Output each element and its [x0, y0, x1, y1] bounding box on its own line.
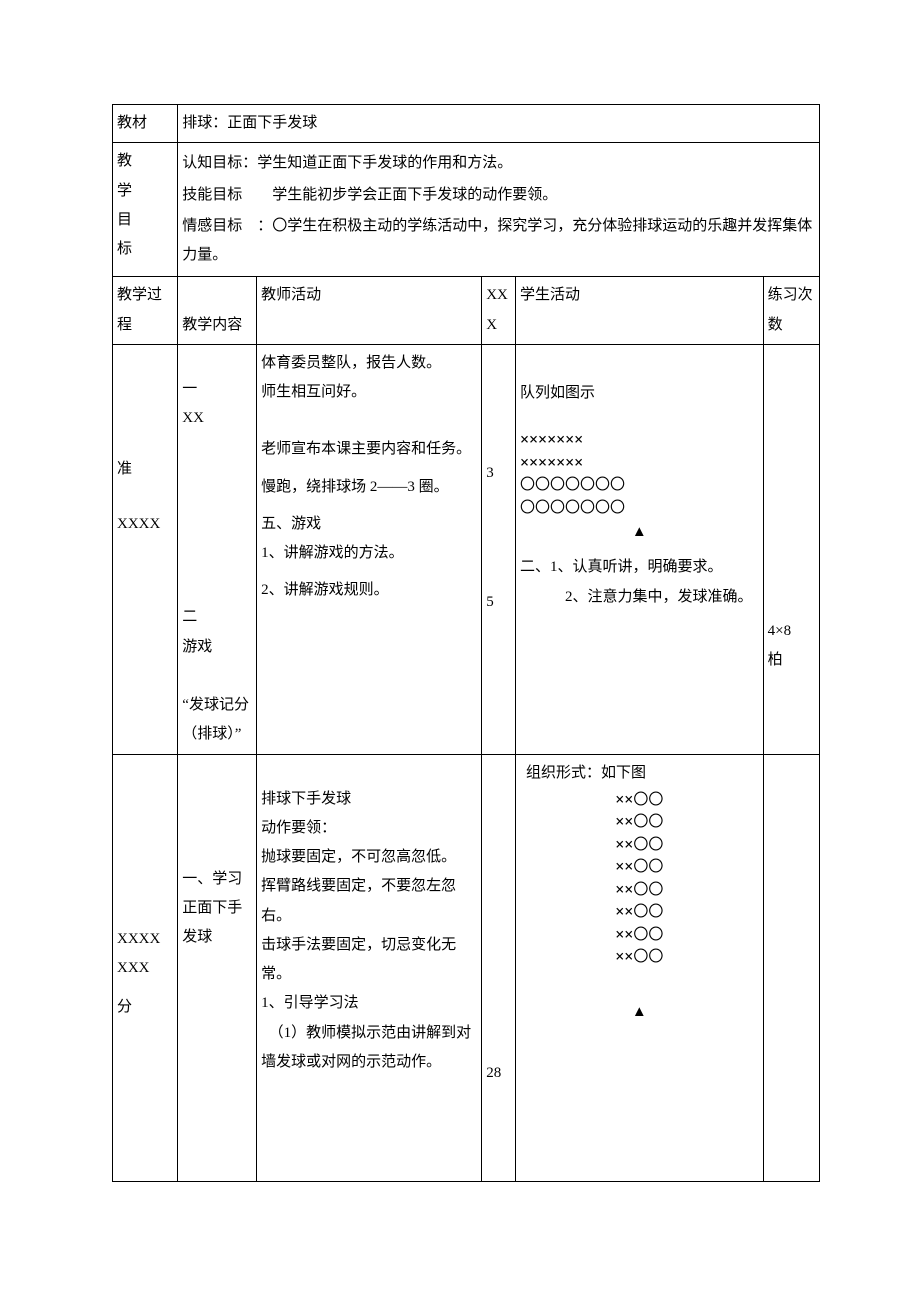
header-time: XX X: [482, 277, 516, 345]
teacher-line: 1、讲解游戏的方法。: [261, 539, 477, 568]
teacher-line: 慢跑，绕排球场 2——3 圈。: [261, 473, 477, 502]
header-student: 学生活动: [515, 277, 763, 345]
time-value: 5: [486, 588, 511, 617]
teacher-line: 击球手法要固定，切忌变化无常。: [261, 931, 477, 990]
cell-content-prep: 一 XX 二 游戏 “发球记分（排球）”: [178, 344, 257, 754]
header-content: 教学内容: [178, 277, 257, 345]
triangle-marker: ▲: [520, 518, 759, 547]
cell-student-main: 组织形式：如下图 ××〇〇 ××〇〇 ××〇〇 ××〇〇 ××〇〇 ××〇〇 ×…: [515, 754, 763, 1182]
content-text: 一、学习正面下手发球: [182, 865, 252, 953]
reps-value: 4×8 柏: [768, 617, 815, 676]
cell-label-material: 教材: [113, 105, 178, 143]
triangle-marker: ▲: [520, 998, 759, 1027]
content-block: 一 XX: [182, 375, 252, 434]
formation-row: ××〇〇: [520, 945, 759, 968]
formation-row: ×××××××: [520, 428, 759, 451]
table-header-row: 教学过 程 教学内容 教师活动 XX X 学生活动 练习次 数: [113, 277, 820, 345]
label-line: 学: [117, 177, 173, 206]
student-line: 二、1、认真听讲，明确要求。: [520, 553, 759, 582]
cell-content-main: 一、学习正面下手发球: [178, 754, 257, 1182]
stage-text: XXX: [117, 954, 173, 983]
cell-stage-main: XXXX XXX 分: [113, 754, 178, 1182]
goal-skill: 技能目标 学生能初步学会正面下手发球的动作要领。: [182, 181, 815, 210]
formation-row: 〇〇〇〇〇〇〇: [520, 473, 759, 496]
formation-row: ××〇〇: [520, 923, 759, 946]
stage-text: 准: [117, 455, 173, 484]
formation-row: ××〇〇: [520, 878, 759, 901]
header-text: 程: [117, 317, 132, 333]
header-text: 练习次: [768, 287, 813, 303]
formation-row: ××〇〇: [520, 900, 759, 923]
cell-reps-main: [763, 754, 819, 1182]
cell-reps-prep: 4×8 柏: [763, 344, 819, 754]
cell-teacher-prep: 体育委员整队，报告人数。 师生相互问好。 老师宣布本课主要内容和任务。 慢跑，绕…: [257, 344, 482, 754]
table-row-prep: 准 XXXX 一 XX 二 游戏 “发球记分（排球）” 体育委员整队，报告人数。…: [113, 344, 820, 754]
cell-goals-content: 认知目标：学生知道正面下手发球的作用和方法。 技能目标 学生能初步学会正面下手发…: [178, 143, 820, 277]
teacher-line: （1）教师模拟示范由讲解到对墙发球或对网的示范动作。: [261, 1019, 477, 1078]
label-line: 教: [117, 147, 173, 176]
formation-row: ××〇〇: [520, 788, 759, 811]
goal-emotion: 情感目标 ：〇学生在积极主动的学练活动中，探究学习，充分体验排球运动的乐趣并发挥…: [182, 212, 815, 271]
formation-row: ××〇〇: [520, 833, 759, 856]
header-reps: 练习次 数: [763, 277, 819, 345]
student-line: 组织形式：如下图: [520, 759, 759, 788]
header-text: X: [486, 317, 497, 333]
cell-time-main: 28: [482, 754, 516, 1182]
formation-diagram: ××××××× ××××××× 〇〇〇〇〇〇〇 〇〇〇〇〇〇〇: [520, 428, 759, 518]
time-value: 28: [486, 1059, 511, 1088]
teacher-line: 排球下手发球: [261, 785, 477, 814]
time-value: 3: [486, 459, 511, 488]
teacher-line: 动作要领：: [261, 814, 477, 843]
teacher-line: 1、引导学习法: [261, 989, 477, 1018]
stage-text: 分: [117, 993, 173, 1022]
teacher-line: 抛球要固定，不可忽高忽低。: [261, 843, 477, 872]
teacher-line: 2、讲解游戏规则。: [261, 576, 477, 605]
table-row-main: XXXX XXX 分 一、学习正面下手发球 排球下手发球 动作要领： 抛球要固定…: [113, 754, 820, 1182]
formation-row: 〇〇〇〇〇〇〇: [520, 496, 759, 519]
stage-text: XXXX: [117, 925, 173, 954]
student-line: 2、注意力集中，发球准确。: [520, 583, 759, 612]
student-line: 队列如图示: [520, 379, 759, 408]
teacher-line: 五、游戏: [261, 510, 477, 539]
formation-diagram: ××〇〇 ××〇〇 ××〇〇 ××〇〇 ××〇〇 ××〇〇 ××〇〇 ××〇〇: [520, 788, 759, 968]
cell-material-content: 排球：正面下手发球: [178, 105, 820, 143]
table-row: 教 学 目 标 认知目标：学生知道正面下手发球的作用和方法。 技能目标 学生能初…: [113, 143, 820, 277]
cell-time-prep: 3 5: [482, 344, 516, 754]
teacher-line: 挥臂路线要固定，不要忽左忽右。: [261, 872, 477, 931]
document-page: 教材 排球：正面下手发球 教 学 目 标 认知目标：学生知道正面下手发球的作用和…: [0, 0, 920, 1242]
header-teacher: 教师活动: [257, 277, 482, 345]
cell-stage-prep: 准 XXXX: [113, 344, 178, 754]
content-block: 二 游戏 “发球记分（排球）”: [182, 603, 252, 749]
cell-teacher-main: 排球下手发球 动作要领： 抛球要固定，不可忽高忽低。 挥臂路线要固定，不要忽左忽…: [257, 754, 482, 1182]
lesson-plan-table: 教材 排球：正面下手发球 教 学 目 标 认知目标：学生知道正面下手发球的作用和…: [112, 104, 820, 1182]
label-line: 目: [117, 206, 173, 235]
table-row: 教材 排球：正面下手发球: [113, 105, 820, 143]
header-process: 教学过 程: [113, 277, 178, 345]
teacher-line: 师生相互问好。: [261, 378, 477, 407]
formation-row: ××〇〇: [520, 810, 759, 833]
header-text: 数: [768, 317, 783, 333]
stage-text: XXXX: [117, 510, 173, 539]
goal-cognitive: 认知目标：学生知道正面下手发球的作用和方法。: [182, 149, 815, 178]
cell-label-goals: 教 学 目 标: [113, 143, 178, 277]
teacher-line: 体育委员整队，报告人数。: [261, 349, 477, 378]
teacher-line: 老师宣布本课主要内容和任务。: [261, 435, 477, 464]
formation-row: ×××××××: [520, 451, 759, 474]
header-text: XX: [486, 287, 508, 303]
header-text: 教学过: [117, 287, 162, 303]
label-line: 标: [117, 235, 173, 264]
formation-row: ××〇〇: [520, 855, 759, 878]
cell-student-prep: 队列如图示 ××××××× ××××××× 〇〇〇〇〇〇〇 〇〇〇〇〇〇〇 ▲ …: [515, 344, 763, 754]
